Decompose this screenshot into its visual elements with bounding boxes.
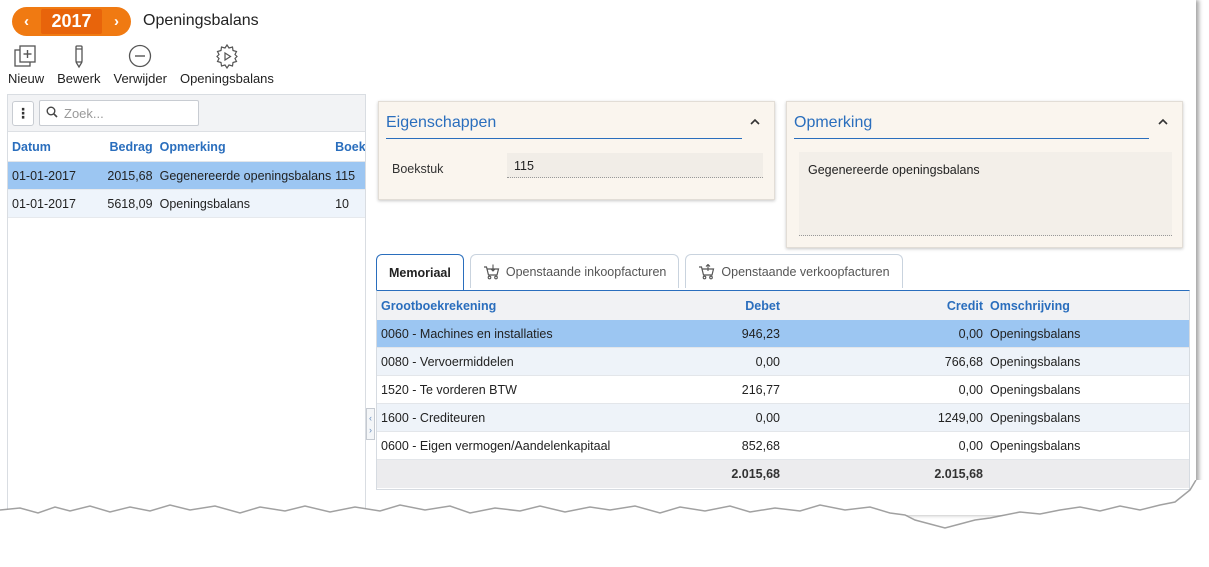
year-value[interactable]: 2017 — [41, 9, 102, 34]
properties-card: Eigenschappen Boekstuk 115 — [378, 101, 775, 200]
remark-card: Opmerking Gegenereerde openingsbalans — [786, 101, 1183, 248]
list-item-amount: 2015,68 — [107, 168, 153, 183]
chevron-left-icon: ‹ — [369, 413, 372, 423]
cell-account: 0600 - Eigen vermogen/Aandelenkapitaal — [381, 438, 611, 453]
list-item-remark: Gegenereerde openingsbalans — [159, 168, 332, 183]
page-title: Openingsbalans — [143, 12, 259, 29]
cell-desc: Openingsbalans — [990, 326, 1081, 341]
cell-credit: 766,68 — [944, 354, 983, 369]
cell-credit: 0,00 — [958, 438, 983, 453]
tab-verkoop-label: Openstaande verkoopfacturen — [721, 264, 890, 279]
properties-card-divider — [386, 138, 742, 139]
journal-list-panel: ⋮ Datum Bedrag Opmerking Boekstuk 01-01-… — [7, 94, 366, 515]
col-boekstuk-header[interactable]: Boekstuk — [335, 140, 365, 154]
list-item-remark: Openingsbalans — [159, 196, 250, 211]
col-desc-header[interactable]: Omschrijving — [983, 299, 1183, 313]
panel-splitter-handle[interactable]: ‹ › — [366, 408, 375, 440]
detail-tabs: Memoriaal Openstaande inkoopfacturen Ope… — [376, 254, 909, 290]
cell-desc: Openingsbalans — [990, 354, 1081, 369]
cell-desc: Openingsbalans — [990, 382, 1081, 397]
list-item-amount: 5618,09 — [107, 196, 153, 211]
openingsbalans-button[interactable]: Openingsbalans — [180, 42, 274, 86]
cell-credit: 1249,00 — [937, 410, 983, 425]
collapse-remark-button[interactable] — [1156, 114, 1170, 128]
memoriaal-grid: Grootboekrekening Debet Credit Omschrijv… — [376, 290, 1190, 490]
tab-inkoop-label: Openstaande inkoopfacturen — [505, 264, 667, 279]
cell-account: 1520 - Te vorderen BTW — [381, 382, 517, 397]
toolbar: Nieuw Bewerk Verwijder Openingsbalans — [8, 42, 287, 86]
new-button[interactable]: Nieuw — [8, 42, 44, 86]
new-button-label: Nieuw — [8, 71, 45, 86]
gear-play-icon — [214, 42, 240, 70]
cell-debet: 216,77 — [741, 382, 780, 397]
boekstuk-field[interactable]: 115 — [507, 153, 763, 178]
search-icon — [46, 106, 58, 121]
list-item[interactable]: 01-01-2017 5618,09 Openingsbalans 10 — [8, 190, 365, 218]
total-debet: 2.015,68 — [731, 467, 780, 481]
pencil-icon — [72, 42, 86, 70]
delete-button[interactable]: Verwijder — [113, 42, 167, 86]
list-item-date: 01-01-2017 — [12, 196, 76, 211]
cell-desc: Openingsbalans — [990, 410, 1081, 425]
grid-header: Grootboekrekening Debet Credit Omschrijv… — [377, 291, 1189, 320]
boekstuk-label: Boekstuk — [392, 162, 444, 176]
search-input[interactable] — [64, 105, 184, 121]
add-document-icon — [13, 42, 39, 70]
cell-account: 0060 - Machines en installaties — [381, 326, 553, 341]
delete-button-label: Verwijder — [113, 71, 167, 86]
col-remark-header[interactable]: Opmerking — [153, 140, 336, 154]
edit-button[interactable]: Bewerk — [57, 42, 100, 86]
col-debet-header[interactable]: Debet — [677, 299, 780, 313]
more-options-button[interactable]: ⋮ — [12, 101, 34, 126]
cart-in-icon — [483, 264, 500, 280]
cell-debet: 0,00 — [755, 410, 780, 425]
cell-debet: 946,23 — [741, 326, 780, 341]
app-window: ‹ 2017 › Openingsbalans Nieuw Bewerk Ver… — [0, 0, 1196, 515]
tab-memoriaal[interactable]: Memoriaal — [376, 254, 464, 290]
list-item-boekstuk: 115 — [335, 168, 356, 183]
chevron-up-icon — [749, 114, 761, 129]
edit-button-label: Bewerk — [57, 71, 101, 86]
remark-card-divider — [794, 138, 1149, 139]
cell-debet: 852,68 — [741, 438, 780, 453]
list-header: Datum Bedrag Opmerking Boekstuk — [8, 132, 365, 162]
prev-year-button[interactable]: ‹ — [12, 7, 41, 36]
list-item-date: 01-01-2017 — [12, 168, 76, 183]
col-credit-header[interactable]: Credit — [780, 299, 983, 313]
chevron-right-icon: › — [369, 425, 372, 435]
minus-circle-icon — [127, 42, 153, 70]
list-item[interactable]: 01-01-2017 2015,68 Gegenereerde openings… — [8, 162, 365, 190]
total-credit: 2.015,68 — [934, 467, 983, 481]
cart-out-icon — [698, 263, 715, 280]
collapse-properties-button[interactable] — [748, 114, 762, 128]
chevron-up-icon — [1157, 114, 1169, 129]
col-account-header[interactable]: Grootboekrekening — [377, 299, 677, 313]
cell-credit: 0,00 — [958, 326, 983, 341]
cell-account: 0080 - Vervoermiddelen — [381, 354, 514, 369]
table-row[interactable]: 0080 - Vervoermiddelen 0,00 766,68 Openi… — [377, 348, 1189, 376]
list-item-boekstuk: 10 — [335, 196, 349, 211]
table-row[interactable]: 0600 - Eigen vermogen/Aandelenkapitaal 8… — [377, 432, 1189, 460]
openingsbalans-button-label: Openingsbalans — [179, 71, 274, 86]
list-toolbar: ⋮ — [8, 95, 365, 132]
col-date-header[interactable]: Datum — [8, 140, 94, 154]
tab-openstaande-inkoopfacturen[interactable]: Openstaande inkoopfacturen — [469, 254, 680, 288]
properties-card-title: Eigenschappen — [386, 114, 497, 131]
torn-edge-decoration — [0, 480, 1209, 567]
cell-debet: 0,00 — [755, 354, 780, 369]
year-selector: ‹ 2017 › — [12, 7, 131, 36]
cell-desc: Openingsbalans — [990, 438, 1081, 453]
remark-card-title: Opmerking — [794, 114, 873, 131]
table-row[interactable]: 1600 - Crediteuren 0,00 1249,00 Openings… — [377, 404, 1189, 432]
cell-account: 1600 - Crediteuren — [381, 410, 486, 425]
next-year-button[interactable]: › — [102, 7, 131, 36]
table-row[interactable]: 0060 - Machines en installaties 946,23 0… — [377, 320, 1189, 348]
search-box[interactable] — [39, 100, 199, 126]
col-amount-header[interactable]: Bedrag — [94, 140, 153, 154]
tab-memoriaal-label: Memoriaal — [389, 265, 451, 280]
tab-openstaande-verkoopfacturen[interactable]: Openstaande verkoopfacturen — [685, 254, 903, 288]
cell-credit: 0,00 — [958, 382, 983, 397]
remark-textarea[interactable]: Gegenereerde openingsbalans — [799, 152, 1172, 236]
table-row[interactable]: 1520 - Te vorderen BTW 216,77 0,00 Openi… — [377, 376, 1189, 404]
